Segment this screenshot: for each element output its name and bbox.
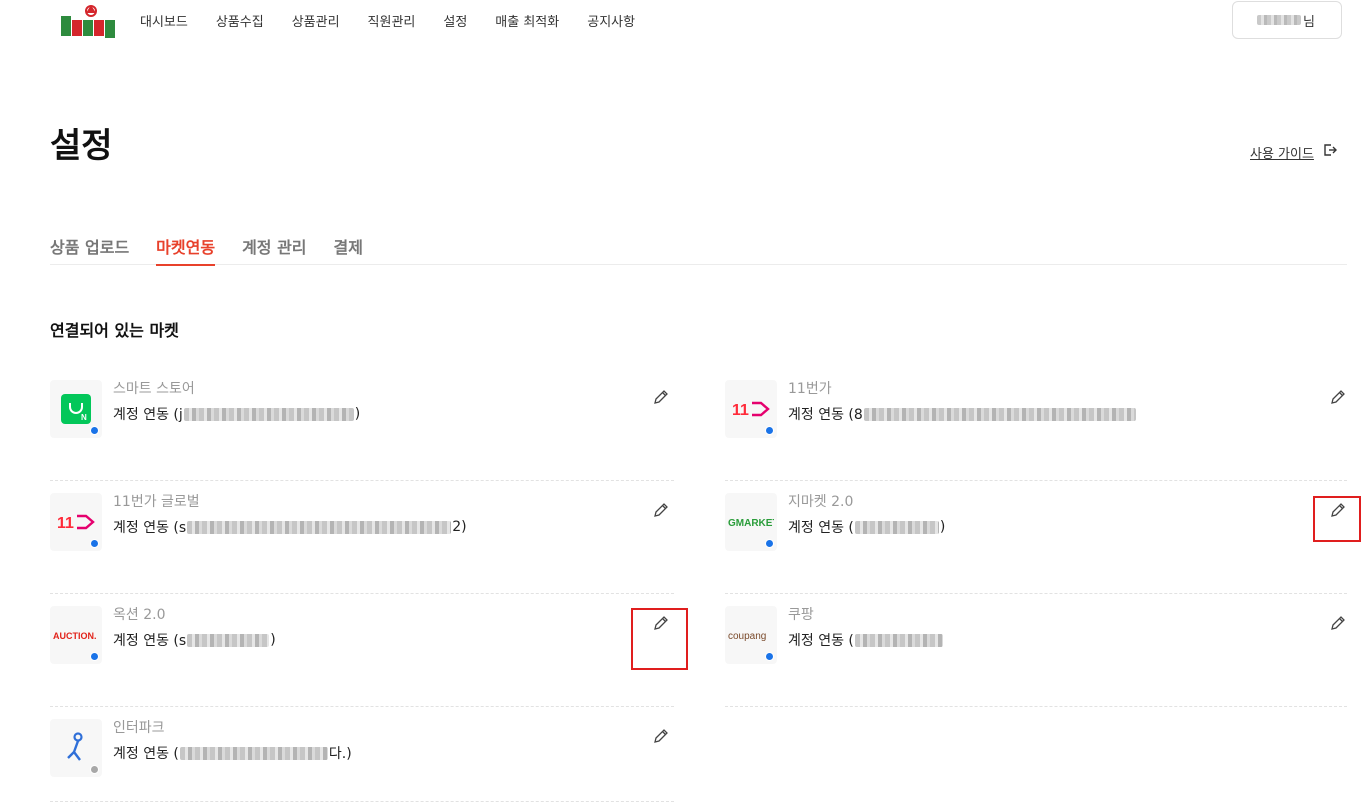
app-logo[interactable] (57, 4, 121, 40)
svg-text:GMARKET: GMARKET (728, 518, 774, 529)
user-name-redacted (1257, 15, 1302, 25)
edit-button[interactable] (646, 495, 676, 525)
pencil-icon (654, 390, 668, 404)
market-name: 11번가 글로벌 (113, 494, 200, 510)
svg-text:coupang: coupang (728, 631, 766, 642)
redacted-message (179, 746, 328, 760)
account-link-status: 계정 연동 (j ) (113, 406, 361, 423)
nav-staff-manage[interactable]: 직원관리 (368, 11, 416, 30)
nav-sales-optimize[interactable]: 매출 최적화 (495, 11, 559, 30)
connected-status-dot (765, 539, 774, 548)
redacted-account (183, 407, 354, 421)
nav-settings[interactable]: 설정 (443, 11, 467, 30)
pencil-icon (654, 729, 668, 743)
gmarket-icon: GMARKET (725, 493, 777, 551)
market-card-coupang: coupang 쿠팡 계정 연동 ( (725, 594, 1347, 707)
svg-text:11: 11 (732, 402, 749, 419)
connected-status-dot (90, 426, 99, 435)
redacted-account (187, 520, 452, 534)
edit-button[interactable] (1323, 382, 1353, 412)
top-nav: 대시보드 상품수집 상품관리 직원관리 설정 매출 최적화 공지사항 님 (0, 0, 1365, 42)
user-suffix: 님 (1303, 14, 1315, 30)
user-guide-label: 사용 가이드 (1250, 146, 1314, 162)
svg-text:N: N (81, 413, 87, 422)
user-menu-button[interactable]: 님 (1232, 1, 1342, 39)
tab-market-link[interactable]: 마켓연동 (156, 234, 215, 266)
pencil-icon (654, 503, 668, 517)
market-card-11st-global: 11 11번가 글로벌 계정 연동 (s 2) (50, 481, 674, 594)
external-link-icon (1322, 142, 1338, 162)
nav-dashboard[interactable]: 대시보드 (140, 11, 188, 30)
pencil-icon (1331, 390, 1345, 404)
account-link-status: 계정 연동 (8 (788, 404, 1137, 424)
redacted-account (187, 633, 270, 647)
market-name: 스마트 스토어 (113, 381, 195, 397)
market-card-auction: AUCTION. 옥션 2.0 계정 연동 (s ) (50, 594, 674, 707)
user-guide-link[interactable]: 사용 가이드 (1250, 142, 1338, 162)
tab-payment[interactable]: 결제 (334, 234, 363, 265)
tab-product-upload[interactable]: 상품 업로드 (50, 234, 129, 265)
connected-status-dot (90, 539, 99, 548)
auction-icon: AUCTION. (50, 606, 102, 664)
connected-status-dot (90, 652, 99, 661)
redacted-account (854, 633, 943, 647)
11st-icon: 11 (50, 493, 102, 551)
connected-status-dot (765, 652, 774, 661)
market-card-11st: 11 11번가 계정 연동 (8 (725, 368, 1347, 481)
pencil-icon (1331, 616, 1345, 630)
market-card-smartstore: N 스마트 스토어 계정 연동 (j ) (50, 368, 674, 481)
highlight-box-gmarket-edit (1313, 496, 1361, 542)
connected-status-dot (765, 426, 774, 435)
svg-text:11: 11 (57, 515, 74, 532)
nav-notice[interactable]: 공지사항 (587, 11, 635, 30)
11st-icon: 11 (725, 380, 777, 438)
market-card-gmarket: GMARKET 지마켓 2.0 계정 연동 ( ) (725, 481, 1347, 594)
redacted-account (854, 520, 939, 534)
market-name: 인터파크 (113, 720, 165, 736)
market-name: 옥션 2.0 (113, 607, 166, 623)
nav-product-collect[interactable]: 상품수집 (216, 11, 264, 30)
market-name: 11번가 (788, 381, 832, 397)
highlight-box-auction-edit (631, 608, 688, 670)
account-link-status: 계정 연동 ( ) (788, 519, 946, 536)
coupang-icon: coupang (725, 606, 777, 664)
interpark-icon (50, 719, 102, 777)
page-title: 설정 (50, 126, 113, 166)
nav-product-manage[interactable]: 상품관리 (292, 11, 340, 30)
main-menu: 대시보드 상품수집 상품관리 직원관리 설정 매출 최적화 공지사항 (140, 11, 663, 30)
account-link-status: 계정 연동 (s 2) (113, 519, 467, 536)
market-name: 지마켓 2.0 (788, 494, 854, 510)
redacted-account (863, 407, 1136, 421)
market-card-interpark: 인터파크 계정 연동 ( 다.) (50, 707, 674, 802)
naver-smartstore-icon: N (50, 380, 102, 438)
edit-button[interactable] (646, 721, 676, 751)
svg-text:AUCTION.: AUCTION. (53, 631, 97, 641)
account-link-status: 계정 연동 (s ) (113, 632, 276, 649)
market-name: 쿠팡 (788, 607, 814, 623)
account-link-status: 계정 연동 ( 다.) (113, 746, 352, 762)
disconnected-status-dot (90, 765, 99, 774)
edit-button[interactable] (1323, 608, 1353, 638)
edit-button[interactable] (646, 382, 676, 412)
tab-account-manage[interactable]: 계정 관리 (242, 234, 306, 265)
settings-tabs: 상품 업로드 마켓연동 계정 관리 결제 (50, 234, 1347, 266)
account-link-status: 계정 연동 ( (788, 630, 944, 650)
section-title: 연결되어 있는 마켓 (50, 321, 179, 340)
